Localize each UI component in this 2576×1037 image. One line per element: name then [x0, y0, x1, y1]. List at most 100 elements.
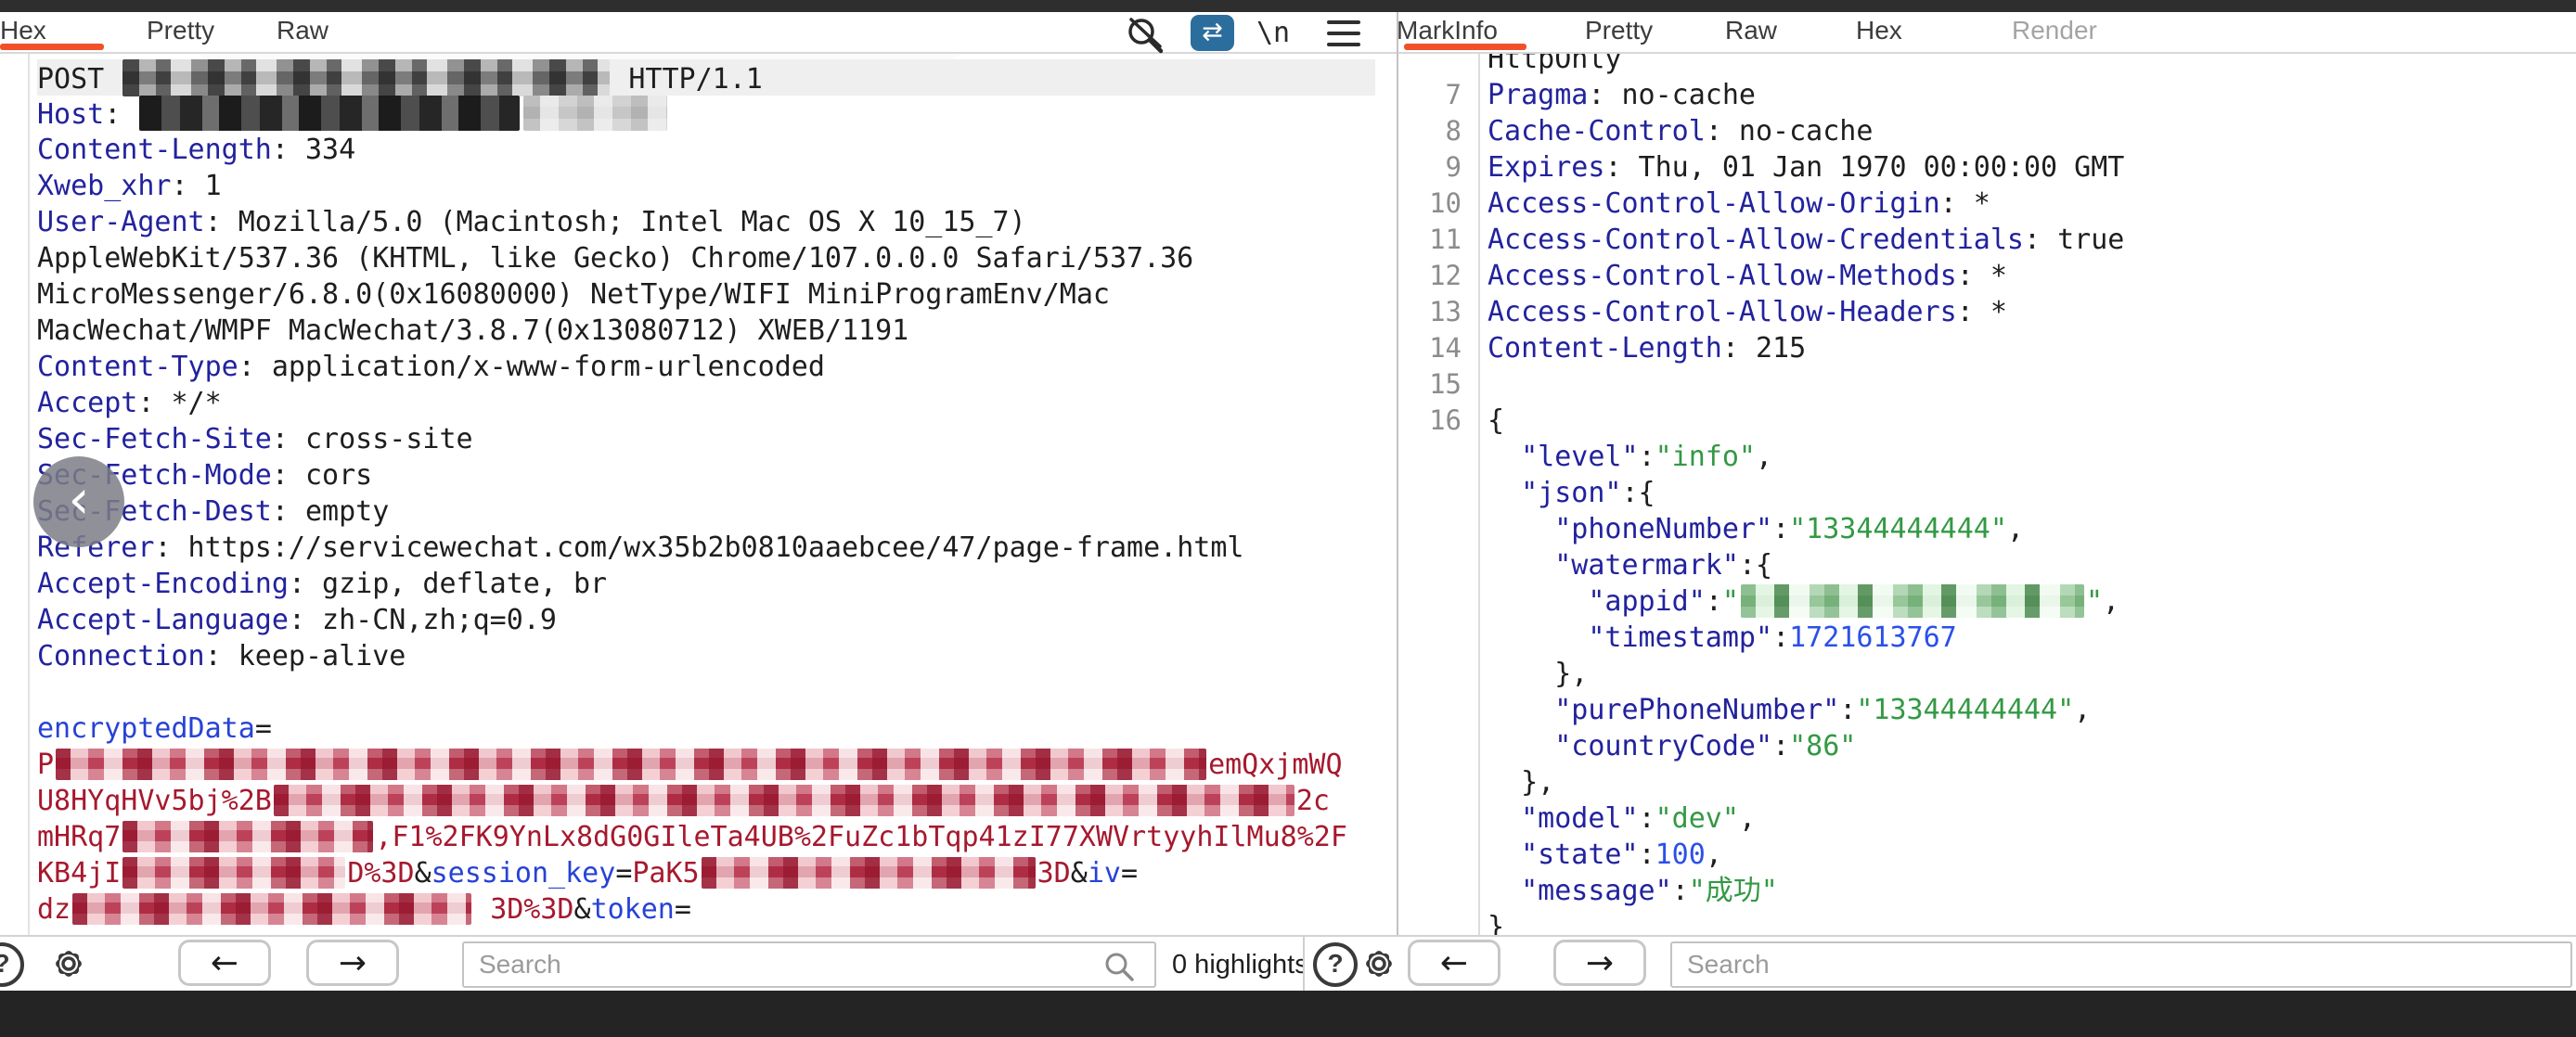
code-segment: : Thu, 01 Jan 1970 00:00:00 GMT [1604, 151, 2124, 184]
request-line: encryptedData= [37, 711, 1375, 747]
response-line: "timestamp":1721613767 [1400, 620, 2576, 656]
code-segment: "model" [1521, 802, 1638, 835]
code-segment: HttpOnly [1488, 52, 1622, 75]
code-segment: POST [37, 63, 121, 96]
menu-icon[interactable] [1327, 20, 1360, 54]
code-segment: Cache-Control [1488, 115, 1706, 147]
code-segment: AppleWebKit/537.36 (KHTML, like Gecko) C… [37, 242, 1193, 275]
response-line: HttpOnly [1400, 52, 2576, 77]
code-segment: : Mozilla/5.0 (Macintosh; Intel Mac OS X… [205, 206, 1026, 238]
request-search-input[interactable] [462, 941, 1156, 988]
code-segment: = [255, 712, 272, 745]
code-segment: 100 [1655, 839, 1706, 871]
request-line: Xweb_xhr: 1 [37, 168, 1375, 204]
code-segment: Accept-Encoding [37, 568, 289, 600]
tab-pretty[interactable]: Pretty [1585, 16, 1653, 45]
code-segment: : [1639, 441, 1655, 473]
response-line: 15 [1400, 366, 2576, 403]
response-line: 11Access-Control-Allow-Credentials: true [1400, 222, 2576, 258]
help-icon[interactable]: ? [0, 942, 24, 987]
next-match-button[interactable]: → [1553, 940, 1646, 986]
request-line: PemQxjmWQ [37, 747, 1375, 783]
response-search-input[interactable] [1670, 941, 2572, 988]
line-number: 13 [1400, 294, 1480, 330]
code-segment: "level" [1521, 441, 1638, 473]
code-segment: "86" [1789, 730, 1856, 762]
code-segment: : [1772, 513, 1789, 545]
code-segment: "timestamp" [1588, 621, 1772, 654]
search-magnifier-icon [1102, 950, 1138, 990]
code-segment: : application/x-www-form-urlencoded [238, 351, 825, 383]
code-segment: : * [1940, 187, 1990, 220]
next-match-button[interactable]: → [306, 940, 399, 986]
code-segment: Host [37, 98, 104, 131]
response-line: 14Content-Length: 215 [1400, 330, 2576, 366]
line-number [1400, 475, 1480, 511]
request-line: Sec-Fetch-Site: cross-site [37, 421, 1375, 457]
code-segment: token [591, 893, 675, 926]
tab-pretty[interactable]: Pretty [147, 16, 214, 45]
code-segment: Content-Length [1488, 332, 1722, 365]
response-line: 13Access-Control-Allow-Headers: * [1400, 294, 2576, 330]
code-segment: : [1639, 802, 1655, 835]
request-line: Content-Length: 334 [37, 132, 1375, 168]
line-number: 11 [1400, 222, 1480, 258]
code-segment: : [1772, 621, 1789, 654]
prev-match-button[interactable]: ← [1408, 940, 1501, 986]
request-line: Accept-Encoding: gzip, deflate, br [37, 566, 1375, 602]
code-segment [1488, 730, 1554, 762]
highlights-count: 0 highlights [1172, 950, 1308, 980]
help-icon[interactable]: ? [1313, 942, 1358, 987]
code-segment: Accept [37, 387, 137, 419]
code-segment: "13344444444" [1789, 513, 2007, 545]
code-segment [1488, 441, 1521, 473]
line-number: 7 [1400, 77, 1480, 113]
tab-raw[interactable]: Raw [277, 16, 328, 45]
code-segment: : [1672, 875, 1689, 907]
code-segment: MacWechat/WMPF MacWechat/3.8.7(0x1308071… [37, 314, 908, 347]
request-line: dz 3D%3D&token= [37, 891, 1375, 928]
code-segment: , [1706, 839, 1722, 871]
request-editor: POST HTTP/1.1Host: Content-Length: 334Xw… [28, 52, 1375, 935]
prev-match-button[interactable]: ← [178, 940, 271, 986]
search-off-icon[interactable] [1125, 15, 1167, 58]
collapse-panel-button[interactable]: ‹ [33, 456, 124, 547]
code-segment: U8HYqHVv5bj%2B [37, 785, 272, 817]
code-segment: , [1739, 802, 1756, 835]
gear-icon[interactable] [46, 941, 91, 991]
code-segment: dz [37, 893, 71, 926]
code-segment: Accept-Language [37, 604, 289, 636]
newline-icon[interactable]: \n [1256, 17, 1290, 49]
redacted-blur [122, 821, 373, 852]
line-number [1400, 728, 1480, 764]
redacted-blur [122, 857, 345, 889]
request-line: Host: [37, 96, 1375, 132]
line-number [1400, 439, 1480, 475]
request-search-bar: ? ← → 0 highlights [0, 937, 1303, 991]
line-number: 8 [1400, 113, 1480, 149]
tab-hex[interactable]: Hex [0, 16, 46, 45]
code-segment: = [615, 857, 632, 890]
tab-markinfo[interactable]: MarkInfo [1397, 16, 1498, 45]
code-segment: "watermark" [1554, 549, 1739, 582]
response-line: "model":"dev", [1400, 800, 2576, 837]
redacted-blur [122, 59, 610, 96]
gear-icon[interactable] [1357, 941, 1401, 991]
response-line: 9Expires: Thu, 01 Jan 1970 00:00:00 GMT [1400, 149, 2576, 186]
code-segment: : */* [137, 387, 221, 419]
request-line: Sec-Fetch-Dest: empty [37, 493, 1375, 530]
tab-render[interactable]: Render [2012, 16, 2097, 45]
follow-toggle-icon[interactable]: ⇄ [1191, 15, 1234, 51]
line-number [1400, 837, 1480, 873]
tab-raw[interactable]: Raw [1725, 16, 1777, 45]
line-number: 14 [1400, 330, 1480, 366]
response-line: "state":100, [1400, 837, 2576, 873]
response-line: "level":"info", [1400, 439, 2576, 475]
code-segment: "message" [1521, 875, 1672, 907]
footer-vertical-divider [1303, 937, 1305, 991]
code-segment: "state" [1521, 839, 1638, 871]
request-line [37, 674, 1375, 711]
code-segment: "info" [1655, 441, 1756, 473]
code-segment: : empty [272, 495, 389, 528]
tab-hex[interactable]: Hex [1856, 16, 1902, 45]
